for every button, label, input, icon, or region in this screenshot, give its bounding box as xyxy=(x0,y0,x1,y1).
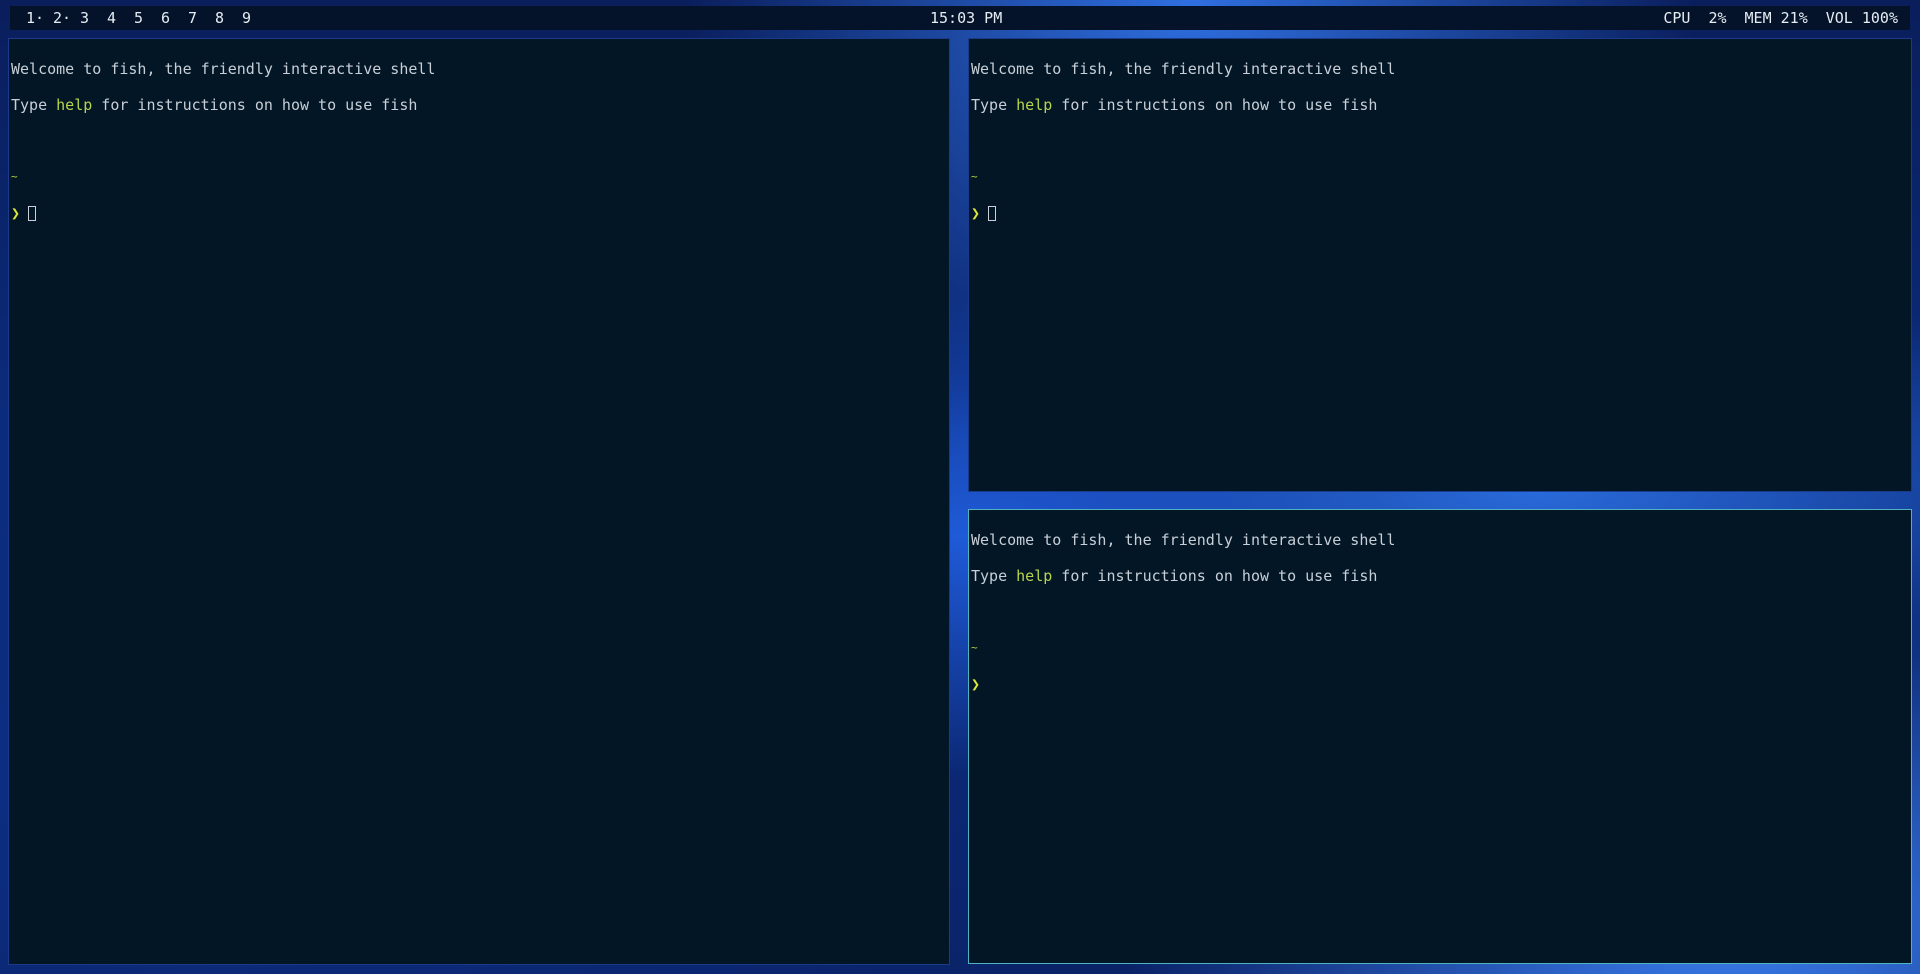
instructions-text: for instructions on how to use fish xyxy=(1052,96,1378,114)
cursor xyxy=(988,206,997,221)
help-keyword: help xyxy=(1016,96,1053,114)
workspace-6[interactable]: 6 xyxy=(161,6,188,30)
help-line: Type help for instructions on how to use… xyxy=(971,96,1909,114)
terminal-bottom-right[interactable]: Welcome to fish, the friendly interactiv… xyxy=(968,509,1912,964)
type-text: Type xyxy=(11,96,57,114)
workspace-8[interactable]: 8 xyxy=(215,6,242,30)
cursor xyxy=(28,206,37,221)
help-line: Type help for instructions on how to use… xyxy=(971,567,1909,585)
welcome-line: Welcome to fish, the friendly interactiv… xyxy=(971,531,1396,549)
help-line: Type help for instructions on how to use… xyxy=(11,96,947,114)
workspace-3[interactable]: 3 xyxy=(80,6,107,30)
help-keyword: help xyxy=(56,96,93,114)
workspace-7[interactable]: 7 xyxy=(188,6,215,30)
system-stats: CPU 2% MEM 21% VOL 100% xyxy=(1645,6,1898,30)
type-text: Type xyxy=(971,96,1017,114)
workspace-2[interactable]: 2· xyxy=(53,6,80,30)
prompt-icon: ❯ xyxy=(11,204,21,222)
help-keyword: help xyxy=(1016,567,1053,585)
top-bar: 1· 2· 3 4 5 6 7 8 9 15:03 PM CPU 2% MEM … xyxy=(10,6,1910,30)
workspace-1[interactable]: 1· xyxy=(26,6,53,30)
cpu-stat: CPU 2% xyxy=(1663,9,1727,27)
terminal-top-right[interactable]: Welcome to fish, the friendly interactiv… xyxy=(968,38,1912,492)
prompt-line[interactable]: ❯ xyxy=(11,204,947,222)
workspace-list: 1· 2· 3 4 5 6 7 8 9 xyxy=(26,6,269,30)
terminal-left[interactable]: Welcome to fish, the friendly interactiv… xyxy=(8,38,950,965)
prompt-line[interactable]: ❯ xyxy=(971,204,1909,222)
prompt-icon: ❯ xyxy=(971,204,981,222)
welcome-line: Welcome to fish, the friendly interactiv… xyxy=(971,60,1396,78)
workspace-4[interactable]: 4 xyxy=(107,6,134,30)
vol-stat[interactable]: VOL 100% xyxy=(1826,6,1898,30)
workspace-5[interactable]: 5 xyxy=(134,6,161,30)
instructions-text: for instructions on how to use fish xyxy=(92,96,418,114)
cwd-indicator: ~ xyxy=(971,641,978,654)
clock: 15:03 PM xyxy=(930,9,1003,27)
workspace-9[interactable]: 9 xyxy=(242,6,269,30)
prompt-icon: ❯ xyxy=(971,675,981,693)
cwd-indicator: ~ xyxy=(971,170,978,183)
mem-stat: MEM 21% xyxy=(1744,9,1808,27)
cwd-indicator: ~ xyxy=(11,170,18,183)
welcome-line: Welcome to fish, the friendly interactiv… xyxy=(11,60,436,78)
instructions-text: for instructions on how to use fish xyxy=(1052,567,1378,585)
type-text: Type xyxy=(971,567,1017,585)
prompt-line[interactable]: ❯ xyxy=(971,675,1909,693)
